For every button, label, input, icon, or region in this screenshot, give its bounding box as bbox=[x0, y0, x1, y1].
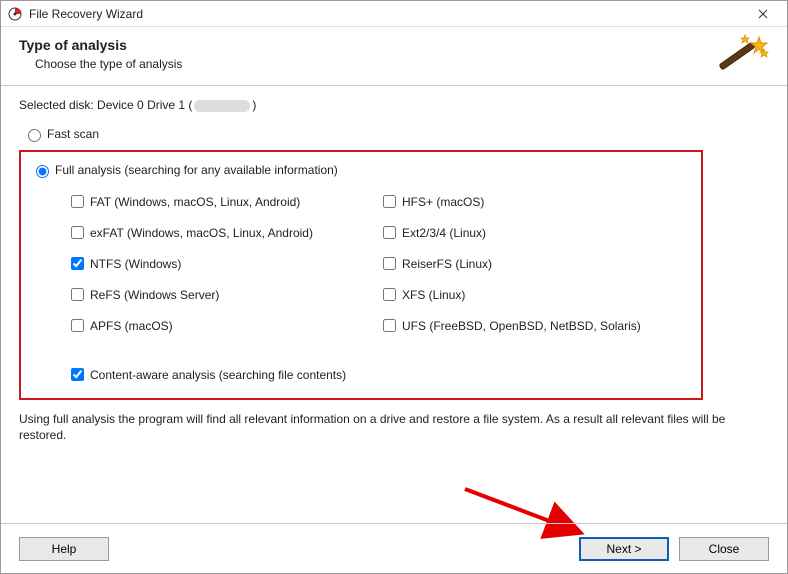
content-aware-label: Content-aware analysis (searching file c… bbox=[90, 368, 346, 382]
fs-option-left-0[interactable]: FAT (Windows, macOS, Linux, Android) bbox=[67, 192, 379, 211]
full-analysis-group: Full analysis (searching for any availab… bbox=[19, 150, 703, 400]
fs-option-right-1[interactable]: Ext2/3/4 (Linux) bbox=[379, 223, 691, 242]
fs-option-input-right-3[interactable] bbox=[383, 288, 396, 301]
fs-option-right-4[interactable]: UFS (FreeBSD, OpenBSD, NetBSD, Solaris) bbox=[379, 316, 691, 335]
fs-option-left-1[interactable]: exFAT (Windows, macOS, Linux, Android) bbox=[67, 223, 379, 242]
fs-option-label: XFS (Linux) bbox=[402, 288, 465, 302]
fs-option-left-3[interactable]: ReFS (Windows Server) bbox=[67, 285, 379, 304]
fs-option-label: HFS+ (macOS) bbox=[402, 195, 484, 209]
fs-option-right-2[interactable]: ReiserFS (Linux) bbox=[379, 254, 691, 273]
titlebar: File Recovery Wizard bbox=[1, 1, 787, 27]
page-title: Type of analysis bbox=[19, 37, 769, 53]
fs-option-label: UFS (FreeBSD, OpenBSD, NetBSD, Solaris) bbox=[402, 319, 641, 333]
fs-option-input-left-0[interactable] bbox=[71, 195, 84, 208]
close-icon[interactable] bbox=[743, 2, 783, 26]
description-text: Using full analysis the program will fin… bbox=[19, 412, 759, 443]
full-analysis-radio[interactable]: Full analysis (searching for any availab… bbox=[31, 162, 691, 178]
fs-option-label: NTFS (Windows) bbox=[90, 257, 181, 271]
selected-disk-value-before: Device 0 Drive 1 ( bbox=[97, 98, 192, 112]
wizard-icon bbox=[715, 33, 771, 81]
fs-option-left-4[interactable]: APFS (macOS) bbox=[67, 316, 379, 335]
fs-option-input-left-4[interactable] bbox=[71, 319, 84, 332]
fs-option-input-right-2[interactable] bbox=[383, 257, 396, 270]
fs-option-left-2[interactable]: NTFS (Windows) bbox=[67, 254, 379, 273]
wizard-header: Type of analysis Choose the type of anal… bbox=[1, 27, 787, 86]
help-button[interactable]: Help bbox=[19, 537, 109, 561]
fs-option-input-right-4[interactable] bbox=[383, 319, 396, 332]
fs-option-input-right-0[interactable] bbox=[383, 195, 396, 208]
fast-scan-radio[interactable]: Fast scan bbox=[23, 126, 769, 142]
fast-scan-radio-input[interactable] bbox=[28, 129, 41, 142]
full-analysis-label: Full analysis (searching for any availab… bbox=[55, 163, 338, 177]
fast-scan-label: Fast scan bbox=[47, 127, 99, 141]
app-icon bbox=[7, 6, 23, 22]
fs-option-label: ReiserFS (Linux) bbox=[402, 257, 492, 271]
fs-option-right-3[interactable]: XFS (Linux) bbox=[379, 285, 691, 304]
fs-option-input-right-1[interactable] bbox=[383, 226, 396, 239]
next-button[interactable]: Next > bbox=[579, 537, 669, 561]
fs-option-label: ReFS (Windows Server) bbox=[90, 288, 219, 302]
close-button[interactable]: Close bbox=[679, 537, 769, 561]
fs-option-input-left-2[interactable] bbox=[71, 257, 84, 270]
selected-disk-value-after: ) bbox=[252, 98, 256, 112]
button-bar: Help Next > Close bbox=[1, 523, 787, 573]
fs-option-input-left-1[interactable] bbox=[71, 226, 84, 239]
fs-option-label: APFS (macOS) bbox=[90, 319, 173, 333]
fs-option-label: FAT (Windows, macOS, Linux, Android) bbox=[90, 195, 300, 209]
fs-option-input-left-3[interactable] bbox=[71, 288, 84, 301]
fs-option-right-0[interactable]: HFS+ (macOS) bbox=[379, 192, 691, 211]
wizard-window: File Recovery Wizard Type of analysis Ch… bbox=[0, 0, 788, 574]
full-analysis-radio-input[interactable] bbox=[36, 165, 49, 178]
selected-disk-prefix: Selected disk: bbox=[19, 98, 97, 112]
selected-disk-redacted bbox=[194, 100, 250, 112]
fs-option-label: Ext2/3/4 (Linux) bbox=[402, 226, 486, 240]
content-aware-checkbox[interactable]: Content-aware analysis (searching file c… bbox=[67, 365, 691, 384]
selected-disk: Selected disk: Device 0 Drive 1 () bbox=[19, 98, 769, 112]
page-subtitle: Choose the type of analysis bbox=[35, 57, 769, 71]
window-title: File Recovery Wizard bbox=[29, 7, 143, 21]
content-aware-input[interactable] bbox=[71, 368, 84, 381]
fs-option-label: exFAT (Windows, macOS, Linux, Android) bbox=[90, 226, 313, 240]
filesystem-options: FAT (Windows, macOS, Linux, Android) exFA… bbox=[67, 186, 691, 341]
